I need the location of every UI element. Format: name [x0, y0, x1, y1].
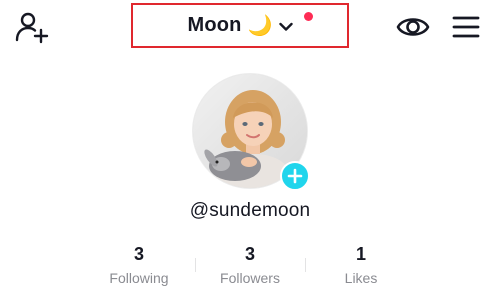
following-count: 3: [133, 244, 144, 264]
followers-count: 3: [244, 244, 255, 264]
top-bar: Moon 🌙: [0, 0, 500, 58]
likes-label: Likes: [344, 270, 378, 286]
plus-icon: [287, 168, 303, 184]
profile-stats: 3 Following 3 Followers 1 Likes: [84, 243, 416, 293]
eye-icon[interactable]: [396, 12, 430, 42]
chevron-down-icon: [278, 22, 293, 31]
account-switcher[interactable]: Moon 🌙: [131, 3, 349, 48]
profile-handle: @sundemoon: [189, 200, 311, 221]
add-avatar-button[interactable]: [280, 161, 310, 191]
add-user-icon[interactable]: [14, 10, 50, 46]
followers-label: Followers: [220, 270, 280, 286]
stat-followers[interactable]: 3 Followers: [195, 243, 305, 287]
stat-following[interactable]: 3 Following: [84, 243, 194, 287]
profile-avatar-area: [192, 73, 310, 191]
account-name: Moon: [187, 14, 242, 36]
likes-count: 1: [355, 244, 366, 264]
moon-emoji: 🌙: [247, 15, 273, 37]
stat-likes[interactable]: 1 Likes: [306, 243, 416, 287]
following-label: Following: [109, 270, 169, 286]
notification-dot: [304, 12, 313, 21]
hamburger-menu-icon[interactable]: [450, 12, 482, 42]
